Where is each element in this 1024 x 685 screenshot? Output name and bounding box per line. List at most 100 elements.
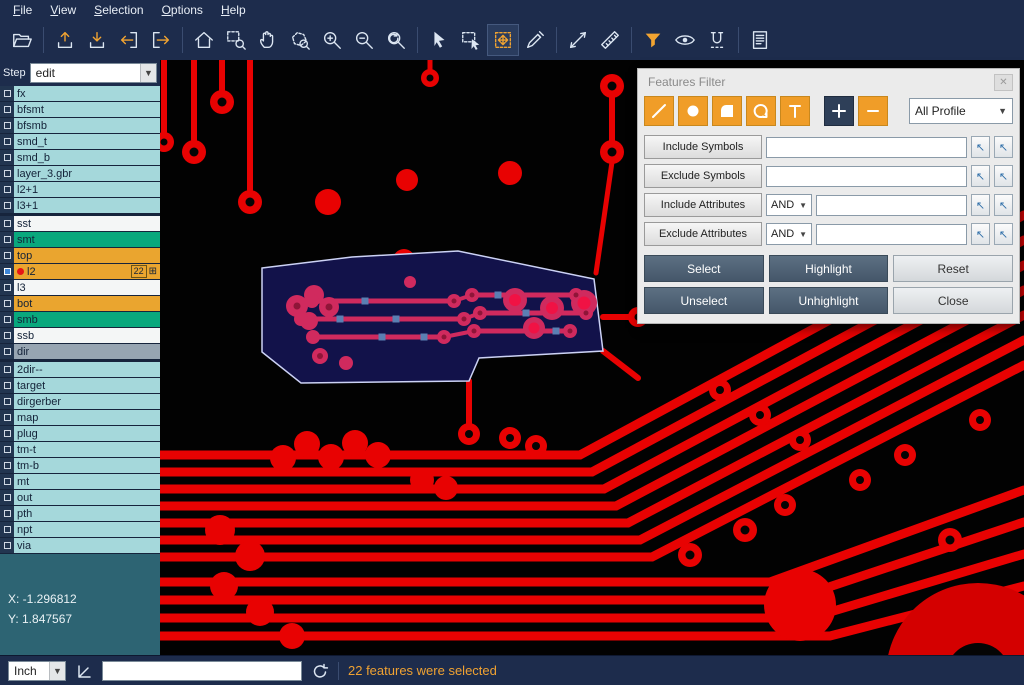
exclude-attributes-pick-icon[interactable]: ↖: [971, 223, 990, 245]
select-button[interactable]: Select: [644, 255, 764, 282]
layer-checkbox-layer_3.gbr[interactable]: [0, 166, 14, 181]
layer-item-l2[interactable]: l222⊞: [14, 264, 160, 279]
layer-checkbox-map[interactable]: [0, 410, 14, 425]
layer-grid-icon[interactable]: ⊞: [149, 266, 157, 277]
exclude-attributes-input[interactable]: [816, 224, 967, 245]
layer-checkbox-out[interactable]: [0, 490, 14, 505]
layer-item-pth[interactable]: pth: [14, 506, 160, 521]
layer-checkbox-dirgerber[interactable]: [0, 394, 14, 409]
layer-item-dir[interactable]: dir: [14, 344, 160, 359]
zoom-reset-button[interactable]: [380, 24, 412, 56]
layer-item-mt[interactable]: mt: [14, 474, 160, 489]
include-attributes-pick-screen-icon[interactable]: ↖: [994, 194, 1013, 216]
layer-checkbox-dir[interactable]: [0, 344, 14, 359]
brush-tool-button[interactable]: [519, 24, 551, 56]
layer-checkbox-top[interactable]: [0, 248, 14, 263]
layer-checkbox-l2[interactable]: [0, 264, 14, 279]
home-view-button[interactable]: [188, 24, 220, 56]
layer-checkbox-bot[interactable]: [0, 296, 14, 311]
open-folder-button[interactable]: [6, 24, 38, 56]
exclude-symbols-pick-screen-icon[interactable]: ↖: [994, 165, 1013, 187]
layer-item-via[interactable]: via: [14, 538, 160, 553]
chevron-down-icon[interactable]: ▼: [49, 662, 65, 680]
layer-checkbox-smd_t[interactable]: [0, 134, 14, 149]
pan-button[interactable]: [252, 24, 284, 56]
layer-item-smb[interactable]: smb: [14, 312, 160, 327]
refresh-icon[interactable]: [311, 662, 329, 680]
layer-checkbox-l3+1[interactable]: [0, 198, 14, 213]
layer-checkbox-plug[interactable]: [0, 426, 14, 441]
layer-item-bot[interactable]: bot: [14, 296, 160, 311]
report-button[interactable]: [744, 24, 776, 56]
filter-line-tool[interactable]: [644, 96, 674, 126]
layer-item-bfsmt[interactable]: bfsmt: [14, 102, 160, 117]
exclude-symbols-button[interactable]: Exclude Symbols: [644, 164, 762, 188]
include-symbols-input[interactable]: [766, 137, 967, 158]
layer-checkbox-via[interactable]: [0, 538, 14, 553]
menu-help[interactable]: Help: [212, 0, 255, 20]
layer-checkbox-smd_b[interactable]: [0, 150, 14, 165]
chevron-down-icon[interactable]: ▼: [140, 64, 156, 82]
snap-button[interactable]: [701, 24, 733, 56]
layer-item-map[interactable]: map: [14, 410, 160, 425]
filter-surface-tool[interactable]: [712, 96, 742, 126]
reset-button[interactable]: Reset: [893, 255, 1013, 282]
unselect-button[interactable]: Unselect: [644, 287, 764, 314]
layer-item-out[interactable]: out: [14, 490, 160, 505]
open-right-button[interactable]: [145, 24, 177, 56]
layer-item-target[interactable]: target: [14, 378, 160, 393]
layer-item-l3[interactable]: l3: [14, 280, 160, 295]
filter-positive-tool[interactable]: [824, 96, 854, 126]
angle-measure-icon[interactable]: [75, 662, 93, 680]
filter-text-tool[interactable]: [780, 96, 810, 126]
exclude-symbols-pick-icon[interactable]: ↖: [971, 165, 990, 187]
transform-selection-button[interactable]: [487, 24, 519, 56]
dialog-close-button[interactable]: ✕: [994, 74, 1013, 91]
import-up-button[interactable]: [49, 24, 81, 56]
layer-item-ssb[interactable]: ssb: [14, 328, 160, 343]
layer-item-tm-t[interactable]: tm-t: [14, 442, 160, 457]
layer-item-npt[interactable]: npt: [14, 522, 160, 537]
layer-checkbox-bfsmt[interactable]: [0, 102, 14, 117]
select-rectangle-button[interactable]: [455, 24, 487, 56]
include-symbols-button[interactable]: Include Symbols: [644, 135, 762, 159]
layer-checkbox-tm-t[interactable]: [0, 442, 14, 457]
layer-checkbox-sst[interactable]: [0, 216, 14, 231]
layer-checkbox-l3[interactable]: [0, 280, 14, 295]
dialog-title-bar[interactable]: Features Filter ✕: [644, 69, 1013, 93]
features-filter-button[interactable]: [637, 24, 669, 56]
include-symbols-pick-screen-icon[interactable]: ↖: [994, 136, 1013, 158]
layer-checkbox-bfsmb[interactable]: [0, 118, 14, 133]
layer-checkbox-mt[interactable]: [0, 474, 14, 489]
filter-pad-tool[interactable]: [678, 96, 708, 126]
layer-item-top[interactable]: top: [14, 248, 160, 263]
menu-selection[interactable]: Selection: [85, 0, 152, 20]
measure-line-button[interactable]: [562, 24, 594, 56]
layer-checkbox-npt[interactable]: [0, 522, 14, 537]
unhighlight-button[interactable]: Unhighlight: [769, 287, 889, 314]
filter-arc-tool[interactable]: [746, 96, 776, 126]
layer-item-l2+1[interactable]: l2+1: [14, 182, 160, 197]
layer-item-bfsmb[interactable]: bfsmb: [14, 118, 160, 133]
layer-item-plug[interactable]: plug: [14, 426, 160, 441]
exclude-symbols-input[interactable]: [766, 166, 967, 187]
layer-checkbox-ssb[interactable]: [0, 328, 14, 343]
layer-checkbox-smt[interactable]: [0, 232, 14, 247]
layer-item-smd_b[interactable]: smd_b: [14, 150, 160, 165]
layer-item-sst[interactable]: sst: [14, 216, 160, 231]
layer-checkbox-pth[interactable]: [0, 506, 14, 521]
zoom-area-button[interactable]: [220, 24, 252, 56]
exclude-attributes-button[interactable]: Exclude Attributes: [644, 222, 762, 246]
command-input[interactable]: [102, 661, 302, 681]
layer-item-fx[interactable]: fx: [14, 86, 160, 101]
layer-item-dirgerber[interactable]: dirgerber: [14, 394, 160, 409]
layer-checkbox-l2+1[interactable]: [0, 182, 14, 197]
include-attributes-input[interactable]: [816, 195, 967, 216]
exclude-attributes-and-dropdown[interactable]: AND ▼: [766, 223, 812, 245]
zoom-in-button[interactable]: [316, 24, 348, 56]
layer-item-tm-b[interactable]: tm-b: [14, 458, 160, 473]
step-dropdown[interactable]: edit ▼: [30, 63, 157, 83]
zoom-polygon-button[interactable]: [284, 24, 316, 56]
view-options-button[interactable]: [669, 24, 701, 56]
menu-view[interactable]: View: [41, 0, 85, 20]
